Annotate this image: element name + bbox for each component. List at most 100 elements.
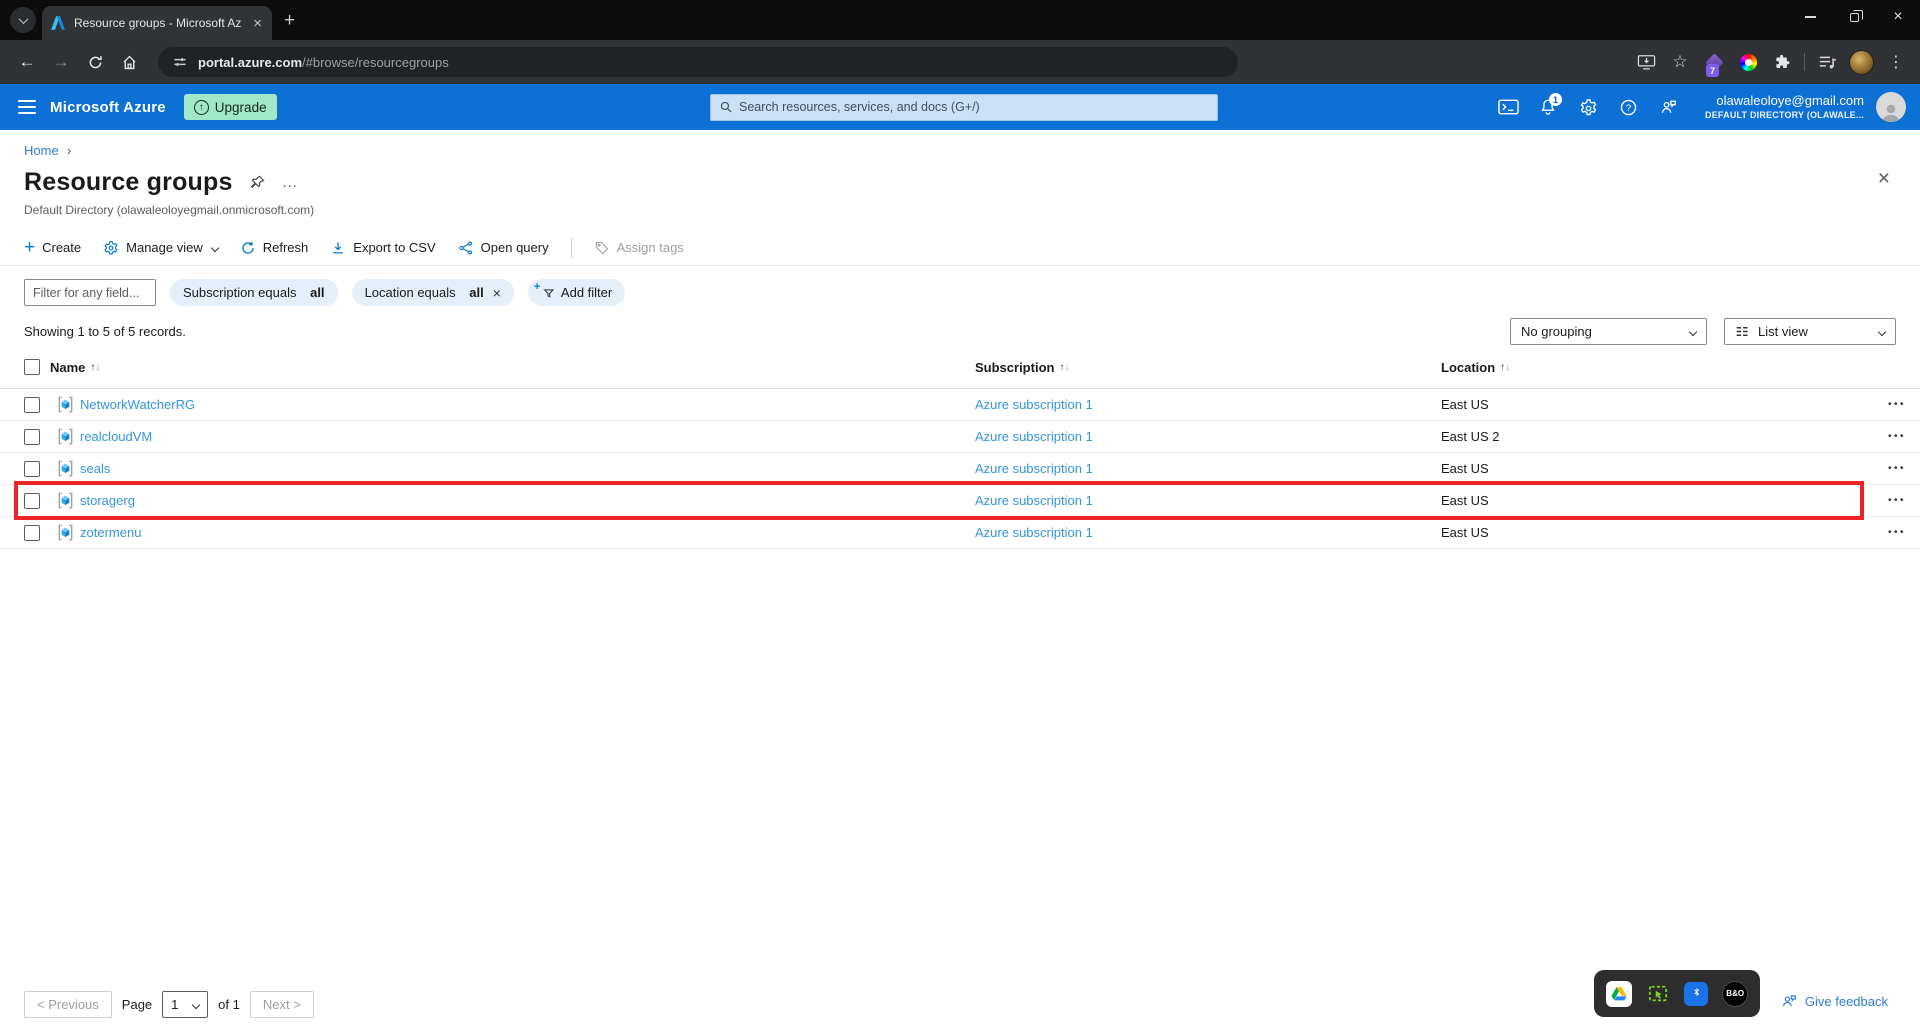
column-header-subscription[interactable]: Subscription ↑↓ — [975, 360, 1441, 375]
next-page-button[interactable]: Next > — [249, 991, 314, 1018]
select-all-checkbox[interactable] — [24, 359, 40, 376]
row-actions-icon[interactable]: ••• — [1864, 399, 1920, 410]
export-csv-button[interactable]: Export to CSV — [330, 240, 436, 256]
subscription-link[interactable]: Azure subscription 1 — [975, 525, 1093, 540]
window-minimize-button[interactable] — [1788, 0, 1832, 34]
bo-logo: B&O — [1722, 980, 1749, 1007]
location-cell: East US 2 — [1441, 429, 1500, 444]
column-header-location[interactable]: Location ↑↓ — [1441, 360, 1864, 375]
tab-close-icon[interactable]: × — [251, 16, 264, 31]
command-bar: + Create Manage view Refresh Export to C… — [0, 230, 1920, 266]
sort-icon: ↑↓ — [90, 361, 101, 373]
feedback-icon[interactable] — [1651, 90, 1685, 124]
subscription-link[interactable]: Azure subscription 1 — [975, 397, 1093, 412]
row-checkbox[interactable] — [24, 396, 40, 413]
help-icon[interactable]: ? — [1611, 90, 1645, 124]
pin-icon[interactable] — [249, 174, 266, 191]
browser-profile-avatar[interactable] — [1849, 49, 1874, 75]
previous-page-button[interactable]: < Previous — [24, 991, 112, 1018]
row-actions-icon[interactable]: ••• — [1864, 527, 1920, 538]
title-ellipsis-icon[interactable]: … — [282, 174, 299, 192]
back-button[interactable]: ← — [12, 47, 42, 77]
row-actions-icon[interactable]: ••• — [1864, 495, 1920, 506]
location-cell: East US — [1441, 397, 1489, 412]
subscription-link[interactable]: Azure subscription 1 — [975, 461, 1093, 476]
page-subtitle: Default Directory (olawaleoloyegmail.onm… — [24, 203, 315, 217]
browser-menu-kebab-icon[interactable]: ⋮ — [1884, 52, 1908, 72]
azure-brand[interactable]: Microsoft Azure — [50, 99, 166, 116]
extensions-puzzle-icon[interactable] — [1770, 50, 1794, 74]
site-info-icon[interactable] — [172, 54, 188, 70]
bang-olufsen-icon[interactable]: B&O — [1721, 980, 1749, 1008]
notifications-bell-icon[interactable]: 1 — [1531, 90, 1565, 124]
page-number-select[interactable]: 1 — [162, 991, 209, 1018]
row-actions-icon[interactable]: ••• — [1864, 431, 1920, 442]
cloud-shell-icon[interactable] — [1491, 90, 1525, 124]
create-button[interactable]: + Create — [24, 238, 81, 257]
filter-input[interactable] — [24, 279, 156, 306]
remove-filter-icon[interactable]: × — [493, 285, 501, 301]
download-icon — [330, 240, 346, 256]
window-restore-button[interactable] — [1832, 0, 1876, 34]
view-select[interactable]: List view — [1724, 318, 1896, 345]
global-search-box[interactable] — [710, 93, 1218, 121]
upgrade-arrow-icon: ↑ — [193, 99, 209, 115]
pagination: < Previous Page 1 of 1 Next > — [24, 991, 314, 1018]
url-bar[interactable]: portal.azure.com/#browse/resourcegroups — [158, 47, 1238, 77]
give-feedback-link[interactable]: Give feedback — [1781, 993, 1888, 1010]
column-header-name[interactable]: Name ↑↓ — [50, 360, 975, 375]
location-cell: East US — [1441, 493, 1489, 508]
install-app-icon[interactable] — [1634, 50, 1658, 74]
table-row: NetworkWatcherRG Azure subscription 1 Ea… — [0, 389, 1920, 421]
color-wheel-extension-icon[interactable] — [1736, 50, 1760, 74]
manage-view-button[interactable]: Manage view — [103, 240, 219, 256]
browser-tab[interactable]: Resource groups - Microsoft Az × — [42, 6, 272, 40]
branch-icon — [458, 240, 474, 256]
window-close-button[interactable]: × — [1876, 0, 1920, 34]
row-checkbox[interactable] — [24, 524, 40, 541]
subscription-link[interactable]: Azure subscription 1 — [975, 493, 1093, 508]
resource-group-link[interactable]: zotermenu — [80, 525, 141, 540]
refresh-icon — [240, 240, 256, 256]
breadcrumb-home-link[interactable]: Home — [24, 143, 59, 158]
location-filter-pill[interactable]: Location equals all × — [351, 279, 514, 306]
google-drive-icon[interactable] — [1605, 980, 1633, 1008]
open-query-button[interactable]: Open query — [458, 240, 549, 256]
upgrade-button[interactable]: ↑ Upgrade — [183, 94, 277, 120]
grouping-select[interactable]: No grouping — [1510, 318, 1707, 345]
resource-group-link[interactable]: NetworkWatcherRG — [80, 397, 195, 412]
tab-search-button[interactable] — [10, 7, 36, 33]
row-actions-icon[interactable]: ••• — [1864, 463, 1920, 474]
screen-capture-icon[interactable] — [1644, 980, 1672, 1008]
row-checkbox[interactable] — [24, 492, 40, 509]
subscription-filter-pill[interactable]: Subscription equals all — [170, 279, 338, 306]
row-checkbox[interactable] — [24, 460, 40, 477]
resource-group-link[interactable]: realcloudVM — [80, 429, 152, 444]
account-info[interactable]: olawaleoloye@gmail.com DEFAULT DIRECTORY… — [1705, 93, 1864, 121]
subscription-link[interactable]: Azure subscription 1 — [975, 429, 1093, 444]
bluetooth-icon[interactable] — [1682, 980, 1710, 1008]
reading-list-icon[interactable] — [1815, 50, 1839, 74]
add-filter-button[interactable]: + Add filter — [527, 279, 626, 306]
settings-gear-icon[interactable] — [1571, 90, 1605, 124]
home-button[interactable] — [114, 47, 144, 77]
extension-diamond-icon[interactable]: 7 — [1702, 50, 1726, 77]
browser-tab-strip: Resource groups - Microsoft Az × + × — [0, 0, 1920, 40]
bookmark-star-icon[interactable]: ☆ — [1668, 50, 1692, 74]
resource-group-link[interactable]: storagerg — [80, 493, 135, 508]
azure-favicon-icon — [50, 15, 66, 31]
azure-avatar[interactable] — [1876, 92, 1906, 122]
extension-badge: 7 — [1706, 64, 1719, 77]
browser-toolbar: ← → portal.azure.com/#browse/resourcegro… — [0, 40, 1920, 84]
resource-group-link[interactable]: seals — [80, 461, 110, 476]
close-page-icon[interactable]: × — [1878, 168, 1890, 189]
forward-button[interactable]: → — [46, 47, 76, 77]
new-tab-button[interactable]: + — [284, 10, 295, 32]
refresh-button[interactable]: Refresh — [240, 240, 308, 256]
assign-tags-button[interactable]: Assign tags — [594, 240, 684, 256]
row-checkbox[interactable] — [24, 428, 40, 445]
reload-button[interactable] — [80, 47, 110, 77]
search-input[interactable] — [739, 100, 1209, 114]
toolbar-divider — [1804, 53, 1805, 71]
hamburger-menu-icon[interactable] — [18, 100, 36, 114]
